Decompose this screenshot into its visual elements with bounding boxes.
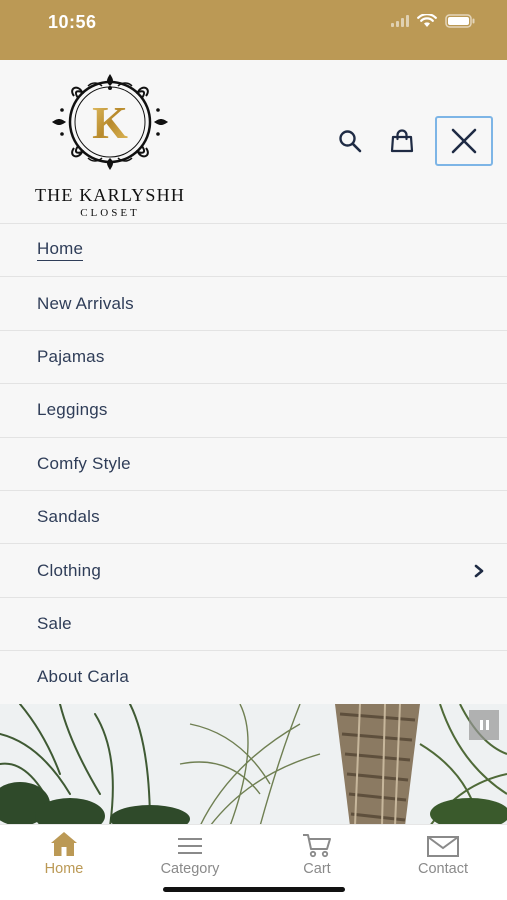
wifi-icon	[417, 14, 437, 28]
tab-contact[interactable]: Contact	[380, 825, 506, 877]
menu-item-new-arrivals[interactable]: New Arrivals	[0, 277, 507, 331]
menu-icon	[178, 838, 202, 854]
tab-label: Cart	[303, 861, 331, 877]
tab-home[interactable]: Home	[1, 825, 127, 877]
status-bar: 10:56	[0, 0, 507, 60]
menu-item-label: Sale	[37, 613, 72, 633]
close-icon	[451, 128, 477, 154]
tab-cart[interactable]: Cart	[254, 825, 380, 877]
menu-item-label: Clothing	[37, 560, 101, 580]
menu-item-label: Pajamas	[37, 346, 105, 366]
status-icons	[391, 14, 475, 28]
site-header: K THE KARLYSHH CLOSET	[0, 60, 507, 224]
menu-item-label: Sandals	[37, 507, 100, 527]
header-actions	[323, 116, 493, 166]
tab-label: Home	[44, 861, 84, 877]
menu-item-label: New Arrivals	[37, 293, 134, 313]
menu-item-leggings[interactable]: Leggings	[0, 384, 507, 438]
brand-subtitle: CLOSET	[80, 207, 140, 219]
shopping-bag-icon	[390, 129, 414, 153]
battery-icon	[445, 14, 475, 28]
signal-icon	[391, 15, 409, 27]
menu-item-clothing[interactable]: Clothing	[0, 544, 507, 598]
menu-item-pajamas[interactable]: Pajamas	[0, 331, 507, 385]
status-time: 10:56	[48, 12, 97, 32]
menu-item-label: Home	[37, 239, 84, 262]
brand-name: THE KARLYSHH	[34, 185, 186, 205]
mail-icon	[427, 836, 459, 857]
tab-label: Category	[160, 861, 220, 877]
menu-item-about-carla[interactable]: About Carla	[0, 651, 507, 705]
chevron-right-icon	[474, 564, 484, 577]
menu-item-label: About Carla	[37, 667, 129, 687]
menu-item-sandals[interactable]: Sandals	[0, 491, 507, 545]
home-indicator	[163, 887, 345, 892]
cart-button[interactable]	[377, 116, 427, 166]
slideshow-pause-button[interactable]	[469, 710, 499, 740]
search-button[interactable]	[325, 116, 375, 166]
tab-category[interactable]: Category	[127, 825, 253, 877]
menu-item-label: Comfy Style	[37, 453, 131, 473]
menu-item-sale[interactable]: Sale	[0, 598, 507, 652]
search-icon	[339, 130, 362, 153]
navigation-menu: Home New Arrivals Pajamas Leggings Comfy…	[0, 224, 507, 705]
menu-item-label: Leggings	[37, 400, 108, 420]
menu-item-home[interactable]: Home	[0, 224, 507, 278]
cart-icon	[303, 834, 331, 858]
close-menu-button[interactable]	[435, 116, 493, 166]
home-icon	[51, 832, 77, 856]
monogram-emblem: K	[52, 74, 168, 170]
svg-text:K: K	[92, 97, 128, 148]
hero-banner-image	[0, 704, 507, 826]
tab-label: Contact	[418, 861, 468, 877]
brand-logo[interactable]: K THE KARLYSHH CLOSET	[22, 72, 198, 219]
menu-item-comfy-style[interactable]: Comfy Style	[0, 438, 507, 491]
